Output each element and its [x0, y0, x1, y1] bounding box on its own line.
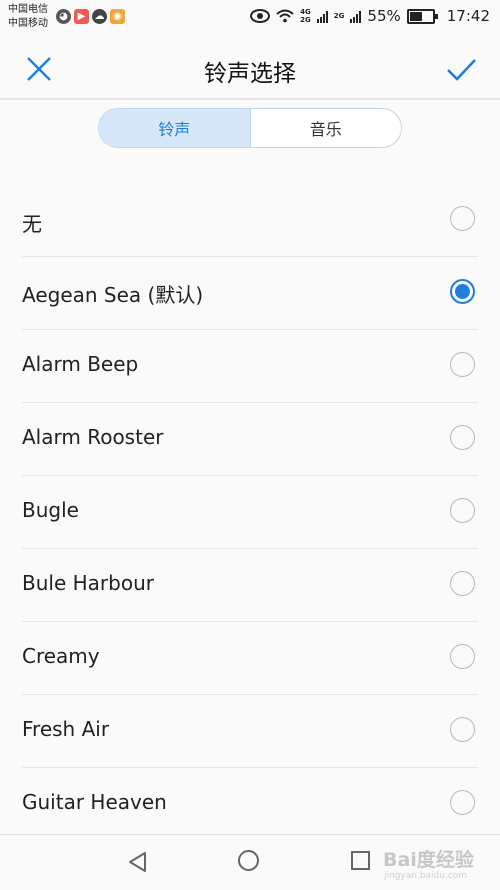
ringtone-label: Fresh Air — [22, 717, 110, 741]
radio-button-selected[interactable] — [450, 279, 475, 304]
network-type-2g: 2G — [333, 12, 345, 20]
home-icon[interactable] — [238, 850, 259, 871]
radio-button[interactable] — [450, 425, 475, 450]
back-icon[interactable] — [127, 851, 149, 873]
ringtone-label: 无 — [22, 212, 42, 236]
tab-ringtone[interactable]: 铃声 — [99, 109, 250, 147]
carrier-2: 中国移动 — [8, 18, 48, 29]
ringtone-label: Alarm Beep — [22, 352, 139, 376]
notification-icons: ◕ ▶ ☁ ◉ — [56, 9, 125, 24]
radio-button[interactable] — [450, 644, 475, 669]
radio-button[interactable] — [450, 498, 475, 523]
battery-icon — [406, 8, 438, 24]
radio-button[interactable] — [450, 352, 475, 377]
signal-icon — [316, 9, 328, 23]
list-item[interactable]: 无 — [22, 184, 478, 257]
ringtone-list: 无 Aegean Sea (默认) Alarm Beep Alarm Roost… — [0, 184, 500, 840]
list-item[interactable]: Alarm Beep — [22, 330, 478, 403]
carrier-info: 中国电信 中国移动 — [8, 3, 48, 31]
check-icon — [447, 59, 476, 81]
radio-button[interactable] — [450, 571, 475, 596]
page-title: 铃声选择 — [204, 61, 296, 87]
tab-music[interactable]: 音乐 — [249, 109, 402, 147]
ringtone-label: Bugle — [22, 498, 79, 522]
confirm-button[interactable] — [444, 52, 478, 86]
list-item[interactable]: Guitar Heaven — [22, 768, 478, 840]
video-app-icon: ▶ — [74, 9, 89, 24]
eye-icon — [250, 9, 271, 23]
list-item[interactable]: Bugle — [22, 476, 478, 549]
signal-icon-2 — [350, 9, 362, 23]
ringtone-label: Guitar Heaven — [22, 790, 167, 814]
wechat-icon: ◕ — [56, 9, 71, 24]
title-bar: 铃声选择 — [0, 34, 500, 100]
watermark-logo: Bai度经验 — [383, 849, 474, 871]
watermark-url: jingyan.baidu.com — [384, 871, 468, 881]
radio-button[interactable] — [450, 206, 475, 231]
tab-switcher: 铃声 音乐 — [98, 108, 402, 148]
status-right: 4G 2G 2G 55% 17:42 — [250, 7, 490, 25]
ringtone-label: Creamy — [22, 644, 100, 668]
list-item[interactable]: Alarm Rooster — [22, 403, 478, 476]
weibo-icon: ◉ — [110, 9, 125, 24]
carrier-1: 中国电信 — [8, 4, 48, 15]
recent-apps-icon[interactable] — [351, 851, 370, 870]
status-bar: 中国电信 中国移动 ◕ ▶ ☁ ◉ 4G 2G 2G 55% 17:42 — [0, 0, 500, 34]
network-type-4g: 4G 2G — [300, 8, 311, 24]
ringtone-label: Alarm Rooster — [22, 425, 164, 449]
radio-button[interactable] — [450, 717, 475, 742]
wifi-icon — [276, 9, 294, 23]
ringtone-label: Aegean Sea (默认) — [22, 283, 204, 307]
radio-button[interactable] — [450, 790, 475, 815]
clock: 17:42 — [446, 7, 490, 25]
list-item[interactable]: Aegean Sea (默认) — [22, 257, 478, 330]
battery-percent: 55% — [367, 7, 401, 25]
list-item[interactable]: Fresh Air — [22, 695, 478, 768]
navigation-bar: Bai度经验 jingyan.baidu.com — [0, 834, 500, 890]
ringtone-label: Bule Harbour — [22, 571, 154, 595]
cloud-icon: ☁ — [92, 9, 107, 24]
list-item[interactable]: Bule Harbour — [22, 549, 478, 622]
list-item[interactable]: Creamy — [22, 622, 478, 695]
